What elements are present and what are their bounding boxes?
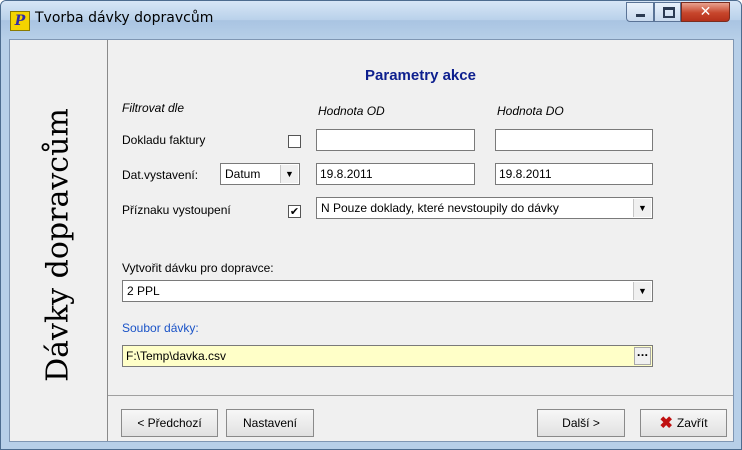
dialog-window: P Tvorba dávky dopravcům ✕ Dávky dopravc… — [0, 0, 742, 450]
close-button-label: Zavřít — [676, 416, 708, 430]
carrier-select[interactable]: 2 PPL ▼ — [122, 280, 653, 302]
app-icon: P — [10, 11, 30, 31]
entry-flag-label: Příznaku vystoupení — [122, 203, 231, 217]
issue-date-to-field[interactable]: 19.8.2011 — [495, 163, 653, 185]
close-icon: ✖ — [659, 415, 673, 432]
entry-flag-value: N Pouze doklady, které nevstoupily do dá… — [321, 201, 559, 215]
file-label: Soubor dávky: — [122, 321, 199, 335]
close-window-button[interactable]: ✕ — [681, 2, 730, 22]
chevron-down-icon[interactable]: ▼ — [280, 165, 298, 183]
minimize-button[interactable] — [626, 2, 654, 22]
close-button[interactable]: ✖ Zavřít — [640, 409, 727, 437]
browse-button[interactable]: ... — [634, 347, 651, 365]
entry-flag-select[interactable]: N Pouze doklady, které nevstoupily do dá… — [316, 197, 653, 219]
side-panel: Dávky dopravcům — [10, 40, 108, 441]
from-header: Hodnota OD — [318, 104, 385, 118]
previous-button[interactable]: < Předchozí — [121, 409, 218, 437]
issue-date-label: Dat.vystavení: — [122, 168, 199, 182]
carrier-value: 2 PPL — [127, 284, 160, 298]
section-title: Parametry akce — [365, 67, 476, 84]
to-header: Hodnota DO — [497, 104, 564, 118]
window-title: Tvorba dávky dopravcům — [35, 10, 214, 26]
invoice-label: Dokladu faktury — [122, 133, 206, 147]
title-bar[interactable]: P Tvorba dávky dopravcům ✕ — [1, 1, 741, 39]
side-title: Dávky dopravcům — [40, 108, 76, 382]
issue-date-from-field[interactable]: 19.8.2011 — [316, 163, 475, 185]
date-type-select[interactable]: Datum ▼ — [220, 163, 300, 185]
close-icon: ✕ — [699, 4, 712, 20]
settings-button[interactable]: Nastavení — [226, 409, 314, 437]
carrier-label: Vytvořit dávku pro dopravce: — [122, 261, 274, 275]
invoice-to-field[interactable] — [495, 129, 653, 151]
chevron-down-icon[interactable]: ▼ — [633, 199, 651, 217]
invoice-from-field[interactable] — [316, 129, 475, 151]
invoice-checkbox[interactable] — [288, 135, 301, 148]
chevron-down-icon[interactable]: ▼ — [633, 282, 651, 300]
footer-divider — [108, 395, 733, 396]
maximize-button[interactable] — [654, 2, 681, 22]
file-path-field[interactable]: F:\Temp\davka.csv ... — [122, 345, 653, 367]
date-type-value: Datum — [225, 167, 261, 181]
entry-flag-checkbox[interactable]: ✔ — [288, 205, 301, 218]
main-panel: Parametry akce Filtrovat dle Hodnota OD … — [108, 40, 733, 441]
file-path-value: F:\Temp\davka.csv — [126, 349, 227, 363]
dialog-body: Dávky dopravcům Parametry akce Filtrovat… — [9, 39, 734, 442]
filter-header: Filtrovat dle — [122, 101, 185, 115]
next-button[interactable]: Další > — [537, 409, 625, 437]
